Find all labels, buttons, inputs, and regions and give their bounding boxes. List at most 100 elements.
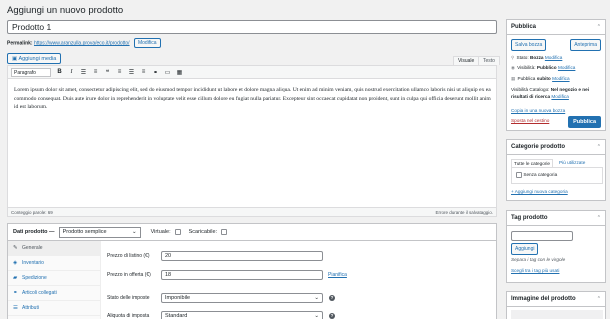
product-tab-label: Generale (22, 245, 43, 251)
visibility-row: ◉ Visibilità: Pubblico Modifica (511, 65, 575, 71)
copy-draft-link[interactable]: Copia in una nuova bozza (511, 108, 565, 113)
choose-tags-link[interactable]: Scegli tra i tag più usati (511, 268, 559, 273)
tag-input[interactable] (511, 231, 573, 241)
blockquote-icon[interactable]: ❝ (104, 69, 111, 76)
regular-price-input[interactable]: 20 (161, 251, 323, 261)
publish-box-header[interactable]: Pubblica ⌃ (507, 20, 605, 35)
wrench-icon: ✎ (13, 245, 18, 251)
editor-content[interactable]: Lorem ipsum dolor sit amet, consectetur … (14, 86, 492, 112)
product-tab-label: Articoli collegati (22, 290, 57, 296)
chevron-up-icon: ⌃ (596, 296, 601, 302)
publish-box: Pubblica ⌃ Salva bozza Anteprima ⚲ Stato:… (506, 19, 606, 131)
trash-link[interactable]: Sposta nel cestino (511, 118, 549, 123)
chevron-up-icon: ⌃ (596, 24, 601, 30)
category-checkbox[interactable] (516, 172, 522, 178)
toolbar-toggle-icon[interactable]: ▦ (176, 69, 183, 76)
product-title-input[interactable]: Prodotto 1 (7, 20, 497, 34)
categories-box-header[interactable]: Categorie prodotto ⌃ (507, 140, 605, 155)
product-data-label: Dati prodotto — (13, 229, 55, 235)
product-tab-general[interactable]: ✎ Generale (8, 241, 100, 256)
add-media-button[interactable]: ▣ Aggiungi media (7, 53, 62, 64)
align-left-icon[interactable]: ≡ (116, 69, 123, 75)
sale-price-input[interactable]: 18 (161, 270, 323, 280)
product-tab-attributes[interactable]: ☰ Attributi (8, 301, 100, 316)
downloadable-checkbox[interactable] (221, 229, 228, 235)
tab-visual[interactable]: Visuale (453, 56, 480, 65)
read-more-icon[interactable]: ▭ (164, 69, 171, 76)
status-edit-link[interactable]: Modifica (545, 55, 562, 60)
schedule-edit-link[interactable]: Modifica (552, 76, 569, 81)
permalink-edit-button[interactable]: Modifica (133, 38, 161, 48)
link-icon[interactable]: ⚭ (152, 69, 159, 76)
sale-price-label: Prezzo in offerta (€) (107, 272, 151, 278)
add-tag-button[interactable]: Aggiungi (511, 243, 539, 255)
catalog-edit-link[interactable]: Modifica (551, 94, 568, 99)
permalink-url[interactable]: https://www.aranzulla.prova/eco.it/prodo… (34, 40, 130, 46)
product-tab-label: Attributi (22, 305, 39, 311)
format-select[interactable]: Paragrafo (11, 67, 51, 77)
tax-class-value: Standard (165, 312, 188, 319)
bold-icon[interactable]: B (56, 69, 63, 75)
visibility-edit-link[interactable]: Modifica (558, 65, 575, 70)
tax-class-label: Aliquota di imposta (107, 313, 150, 319)
tax-class-select[interactable]: Standard ⌄ (161, 311, 323, 319)
editor-statusbar: Conteggio parole: 69 Errore durante il s… (8, 207, 496, 216)
align-right-icon[interactable]: ≡ (140, 69, 147, 75)
product-tab-inventory[interactable]: ◈ Inventario (8, 256, 100, 271)
product-type-select[interactable]: Prodotto semplice ⌄ (58, 226, 141, 238)
product-image-box-header[interactable]: Immagine del prodotto ⌃ (507, 292, 605, 307)
tab-all-categories[interactable]: Tutte le categorie (511, 159, 554, 167)
content-editor: Paragrafo B I ☰ ≡ ❝ ≡ ☰ ≡ ⚭ ▭ ▦ Lorem ip… (7, 65, 497, 217)
catalog-label: Visibilità Catalogo: (511, 87, 550, 92)
align-center-icon[interactable]: ☰ (128, 69, 135, 76)
schedule-row: ▦ Pubblica subito Modifica (511, 76, 570, 82)
help-icon[interactable]: ? (329, 295, 335, 301)
chevron-down-icon: ⌄ (314, 312, 319, 319)
schedule-value: subito (536, 76, 551, 81)
status-value: Bozza (530, 55, 544, 60)
product-tab-linked[interactable]: ⚭ Articoli collegati (8, 286, 100, 301)
categories-box-title: Categorie prodotto (511, 144, 565, 150)
product-data-box: Dati prodotto — Prodotto semplice ⌄ Virt… (7, 223, 497, 319)
regular-price-label: Prezzo di listino (€) (107, 253, 150, 259)
tags-box: Tag prodotto ⌃ Aggiungi Separa i tag con… (506, 210, 606, 283)
eye-icon: ◉ (511, 65, 516, 70)
add-category-link[interactable]: + Aggiungi nuova categoria (511, 189, 568, 194)
virtual-label: Virtuale: (150, 229, 171, 235)
save-status: Errore durante il salvataggio. (435, 210, 493, 215)
category-label: Senza categoria (523, 172, 558, 178)
link-icon: ⚭ (13, 290, 18, 296)
numbered-list-icon[interactable]: ≡ (92, 69, 99, 75)
editor-toolbar: Paragrafo B I ☰ ≡ ❝ ≡ ☰ ≡ ⚭ ▭ ▦ (8, 66, 496, 79)
tab-text[interactable]: Testo (478, 56, 500, 65)
help-icon[interactable]: ? (329, 313, 335, 319)
virtual-checkbox[interactable] (174, 229, 181, 235)
product-data-tabs: ✎ Generale ◈ Inventario ▰ Spedizione ⚭ A… (8, 241, 101, 319)
catalog-visibility-row: Visibilità Catalogo: Nel negozio e nei r… (511, 87, 603, 100)
categories-box: Categorie prodotto ⌃ Tutte le categorie … (506, 139, 606, 201)
permalink-label: Permalink: (7, 40, 33, 47)
product-image-placeholder[interactable] (511, 310, 603, 319)
category-item[interactable]: Senza categoria (512, 168, 602, 182)
save-draft-button[interactable]: Salva bozza (511, 39, 547, 51)
italic-icon[interactable]: I (68, 69, 75, 75)
publish-box-title: Pubblica (511, 24, 537, 30)
bullet-list-icon[interactable]: ☰ (80, 69, 87, 76)
preview-button[interactable]: Anteprima (570, 39, 601, 51)
box-icon: ◈ (13, 260, 18, 266)
product-tab-label: Inventario (22, 260, 44, 266)
product-image-box-title: Immagine del prodotto (511, 296, 576, 302)
schedule-sale-link[interactable]: Pianifica (328, 272, 347, 278)
tax-status-label: Stato delle imposte (107, 295, 150, 301)
product-tab-shipping[interactable]: ▰ Spedizione (8, 271, 100, 286)
list-icon: ☰ (13, 305, 18, 311)
tags-box-header[interactable]: Tag prodotto ⌃ (507, 211, 605, 226)
downloadable-label: Scaricabile: (188, 229, 218, 235)
tab-most-used[interactable]: Più utilizzate (559, 160, 585, 165)
tax-status-select[interactable]: Imponibile ⌄ (161, 293, 323, 303)
publish-button[interactable]: Pubblica (568, 116, 601, 128)
tags-box-title: Tag prodotto (511, 215, 548, 221)
status-label: Stato: (516, 55, 529, 60)
page-title: Aggiungi un nuovo prodotto (7, 5, 124, 16)
product-data-header: Dati prodotto — Prodotto semplice ⌄ Virt… (8, 224, 496, 241)
